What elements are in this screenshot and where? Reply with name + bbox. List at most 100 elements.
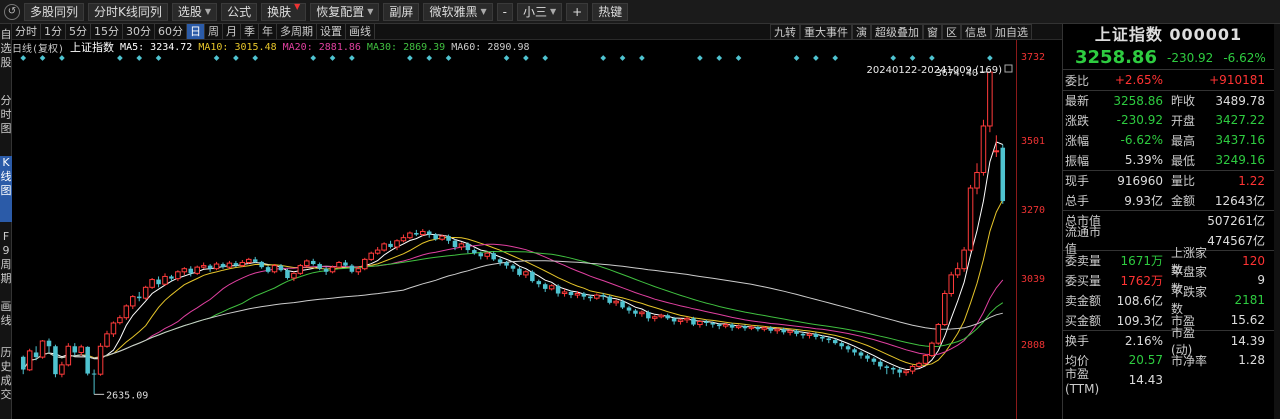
ma30-label: MA30: [366,41,398,53]
kline-type-label[interactable]: 日线(复权) [12,40,64,55]
font-plus-button[interactable]: + [566,2,589,21]
period-tab-6[interactable]: 日 [187,24,205,39]
event-marker[interactable] [155,55,162,61]
period-tab-3[interactable]: 15分 [91,24,123,39]
event-marker[interactable] [619,55,626,61]
event-marker[interactable] [213,55,220,61]
candle-body [974,172,980,189]
left-tab-6[interactable]: 历史成交 [0,346,12,408]
candle-body [400,237,407,242]
event-marker[interactable] [909,55,916,61]
candle-body [935,324,942,344]
period-tab-9[interactable]: 季 [241,24,259,39]
chart-tool-2[interactable]: 演 [852,24,871,40]
event-marker[interactable] [523,55,529,61]
period-tab-2[interactable]: 5分 [66,24,91,39]
event-marker[interactable] [697,55,703,61]
left-tab-4[interactable]: 周期 [0,258,12,294]
skin-button[interactable]: 换肤 ▼ [261,2,307,21]
candle-body [684,317,690,321]
font-size-select[interactable]: 小三 ▼ [516,2,563,21]
font-minus-button[interactable]: - [496,2,513,21]
chart-tool-1[interactable]: 重大事件 [800,24,852,40]
event-marker[interactable] [310,55,317,61]
panel-scrollbar[interactable] [1274,24,1280,419]
event-marker[interactable] [252,55,259,61]
period-tab-0[interactable]: 分时 [12,24,41,39]
event-marker[interactable] [39,55,46,61]
chart-tool-5[interactable]: 区 [942,24,961,40]
secondary-screen-button[interactable]: 副屏 [383,2,420,21]
left-tab-3[interactable]: F9 [0,230,12,257]
event-marker[interactable] [59,55,65,61]
event-marker[interactable] [407,55,413,61]
event-marker[interactable] [987,55,993,61]
chart-tool-7[interactable]: 加自选 [991,24,1032,40]
period-tab-8[interactable]: 月 [223,24,241,39]
period-tab-11[interactable]: 多周期 [277,24,317,39]
period-tab-10[interactable]: 年 [259,24,277,39]
chart-tool-4[interactable]: 窗 [923,24,942,40]
left-tab-2[interactable]: K线图 [0,156,12,222]
event-marker[interactable] [136,55,143,61]
event-marker[interactable] [329,55,336,61]
chevron-down-icon: ▼ [480,6,487,16]
candle-body [291,272,297,279]
candle-body [420,230,426,236]
candle-body [665,315,670,319]
left-tab-1[interactable]: 分时图 [0,94,12,150]
event-marker[interactable] [542,55,549,61]
event-marker[interactable] [233,55,239,61]
event-marker[interactable] [600,55,607,61]
candle-body [613,300,619,304]
quote-label: 总手 [1065,193,1090,208]
event-marker[interactable] [503,55,510,61]
candle-body [226,262,233,268]
restore-config-button[interactable]: 恢复配置 ▼ [310,2,380,21]
lock-icon[interactable] [1004,64,1013,73]
event-marker[interactable] [716,55,723,61]
period-tab-5[interactable]: 60分 [155,24,187,39]
period-tab-7[interactable]: 周 [205,24,223,39]
period-tab-13[interactable]: 画线 [346,24,375,39]
intraday-kline-button[interactable]: 分时K线同列 [88,2,168,21]
event-marker[interactable] [445,55,452,61]
chart-tool-6[interactable]: 信息 [961,24,991,40]
period-tab-12[interactable]: 设置 [317,24,346,39]
font-select[interactable]: 微软雅黑 ▼ [423,2,493,21]
formula-button[interactable]: 公式 [221,2,258,21]
candle-body [761,327,768,330]
candle-body [72,346,78,353]
event-marker[interactable] [349,55,355,61]
left-tab-0[interactable]: 自选股 [0,28,12,72]
event-marker[interactable] [735,55,742,61]
candle-body [633,310,638,314]
event-marker[interactable] [813,55,819,61]
event-marker[interactable] [832,55,839,61]
quote-rows: 委比 +2.65% +910181 最新 3258.86 昨收 3489.78 涨跌 -230.… [1063,70,1274,396]
left-tab-5[interactable]: 画线 [0,300,12,340]
candle-body [600,295,606,297]
candle-body [304,260,310,267]
event-marker[interactable] [117,55,123,61]
chart-tool-0[interactable]: 九转 [770,24,800,40]
back-icon[interactable]: ↺ [4,3,20,20]
event-marker[interactable] [20,55,27,61]
event-marker[interactable] [890,55,897,61]
quote-panel: 上证指数 000001 3258.86 -230.92 -6.62% 委比 +2.… [1062,24,1274,419]
index-name-label: 上证指数 [70,41,115,54]
multi-stock-button[interactable]: 多股同列 [24,2,85,21]
event-marker[interactable] [793,55,800,61]
period-tab-4[interactable]: 30分 [123,24,155,39]
event-marker[interactable] [426,55,433,61]
kline-chart[interactable]: 3674.402635.0920240122-20241009 (169) [12,54,1016,419]
event-marker[interactable] [929,55,935,61]
chart-tool-3[interactable]: 超级叠加 [871,24,923,40]
event-marker[interactable] [639,55,645,61]
axis-tick-label: 3039 [1021,274,1046,285]
period-tab-1[interactable]: 1分 [41,24,66,39]
candle-body [555,285,561,294]
candle-body [233,263,239,266]
select-stock-button[interactable]: 选股 ▼ [171,2,218,21]
hotkey-button[interactable]: 热键 [592,2,629,21]
